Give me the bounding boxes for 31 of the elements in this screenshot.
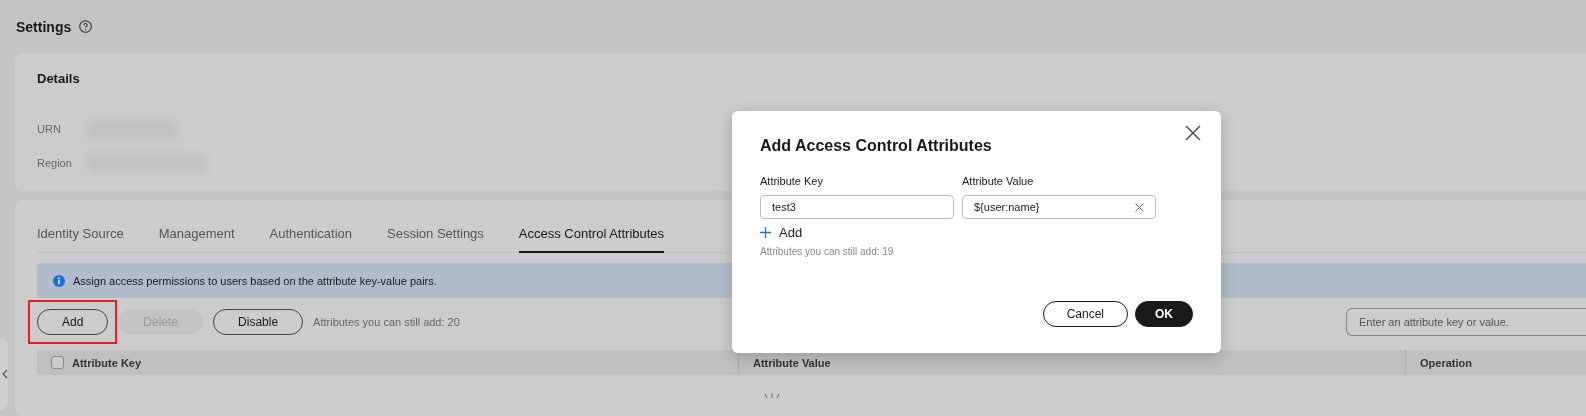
tab[interactable]: Management	[158, 226, 235, 253]
select-all-checkbox[interactable]	[51, 356, 64, 369]
input-field[interactable]: test3	[760, 195, 954, 219]
tab[interactable]: Identity Source	[37, 226, 124, 253]
help-icon[interactable]	[79, 20, 93, 33]
field-label: URN	[37, 123, 62, 135]
field-label: Attribute Value	[962, 175, 1035, 187]
plus-icon	[760, 227, 771, 238]
tab[interactable]: Session Settings	[387, 226, 484, 253]
page-title: Settings	[16, 18, 72, 35]
dialog-title: Add Access Control Attributes	[760, 137, 993, 155]
close-button[interactable]	[1185, 125, 1201, 141]
cancel-button[interactable]: Cancel	[1042, 301, 1128, 327]
info-text: Assign access permissions to users based on the attribute key-value pairs.	[73, 274, 437, 287]
chevron-left-icon	[2, 369, 8, 379]
search-field[interactable]: Enter an attribute key or value.	[1346, 308, 1586, 336]
column-header: Attribute Value	[753, 356, 831, 369]
ok-button[interactable]: OK	[1135, 301, 1193, 327]
tab[interactable]: Access Control Attributes	[518, 226, 665, 253]
field-label: Attribute Key	[760, 175, 824, 187]
remaining-count: Attributes you can still add: 19	[760, 246, 895, 257]
input-field[interactable]: ${user:name}	[962, 195, 1156, 219]
column-header: Attribute Key	[72, 356, 142, 369]
column-header: Operation	[1420, 356, 1472, 369]
info-icon	[53, 274, 65, 287]
clear-icon[interactable]	[1135, 202, 1144, 212]
field-label: Region	[37, 157, 73, 169]
section-title: Details	[37, 71, 81, 86]
remaining-count: Attributes you can still add: 20	[313, 316, 460, 328]
add-link[interactable]: Add	[760, 225, 803, 240]
tab[interactable]: Authentication	[269, 226, 352, 253]
